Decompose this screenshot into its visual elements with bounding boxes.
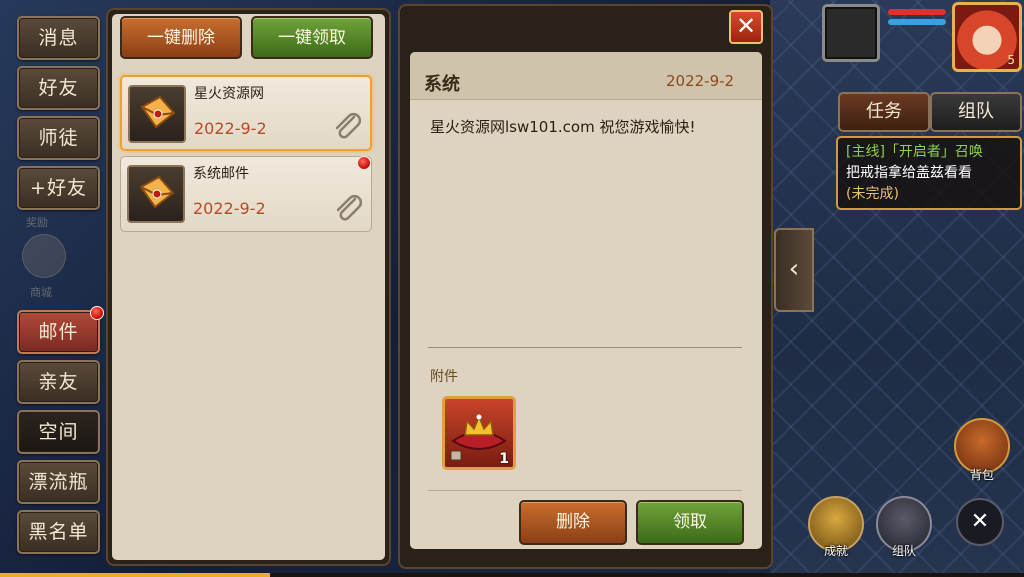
achievement-label: 成就 [823, 544, 848, 558]
mail-detail-date: 2022-9-2 [666, 72, 735, 90]
sidebar-item-space[interactable]: 空间 [17, 410, 100, 454]
sidebar-item-add-friend[interactable]: +好友 [17, 166, 100, 210]
sidebar-item-messages[interactable]: 消息 [17, 16, 100, 60]
mail-date: 2022-9-2 [194, 119, 267, 138]
health-bar [888, 9, 946, 15]
sidebar-item-blacklist[interactable]: 黑名单 [17, 510, 100, 554]
quest-title: [主线]「开启者」召唤 [846, 144, 983, 160]
avatar-level: 5 [1007, 53, 1015, 67]
team-label: 组队 [891, 544, 916, 558]
minimap-slot[interactable] [822, 4, 880, 62]
envelope-icon [127, 165, 185, 223]
sidebar-item-friends[interactable]: 好友 [17, 66, 100, 110]
claim-button[interactable]: 领取 [636, 500, 744, 545]
player-avatar[interactable]: 5 [952, 2, 1022, 72]
close-menu-icon[interactable]: ✕ [956, 498, 1004, 546]
mail-title: 系统邮件 [193, 166, 249, 182]
shop-faded-icon [22, 234, 66, 278]
claim-all-button[interactable]: 一键领取 [251, 16, 373, 59]
tab-task[interactable]: 任务 [838, 92, 930, 132]
unread-dot [357, 156, 371, 170]
faded-shop-label: 商城 [30, 286, 52, 299]
mail-notification-dot [90, 306, 104, 320]
sidebar-item-drift-bottle[interactable]: 漂流瓶 [17, 460, 100, 504]
mail-item[interactable]: 星火资源网 2022-9-2 [120, 75, 372, 151]
experience-fill [0, 573, 270, 577]
delete-all-button[interactable]: 一键删除 [120, 16, 242, 59]
delete-button[interactable]: 删除 [519, 500, 627, 545]
paperclip-icon [336, 194, 363, 221]
mana-bar [888, 19, 946, 25]
quest-description: 把戒指拿给盖兹看看 [846, 165, 972, 181]
quest-status: (未完成) [846, 186, 899, 202]
quest-tracker[interactable]: [主线]「开启者」召唤 把戒指拿给盖兹看看 (未完成) [836, 136, 1022, 210]
collapse-arrow-button[interactable]: ‹ [774, 228, 814, 312]
mail-title: 星火资源网 [194, 86, 264, 102]
backpack-label: 背包 [969, 468, 994, 482]
attachment-count: 1 [499, 451, 509, 467]
experience-bar [0, 573, 1024, 577]
attachment-item-slot[interactable]: 1 [442, 396, 516, 470]
mail-item[interactable]: 系统邮件 2022-9-2 [120, 156, 372, 232]
faded-reward-label: 奖励 [26, 216, 48, 229]
sidebar-item-mentor[interactable]: 师徒 [17, 116, 100, 160]
mail-date: 2022-9-2 [193, 199, 266, 218]
paperclip-icon [335, 112, 362, 139]
sidebar-item-mail[interactable]: 邮件 [17, 310, 100, 354]
attachments-label: 附件 [430, 369, 458, 385]
sidebar-item-relatives[interactable]: 亲友 [17, 360, 100, 404]
mail-body-text: 星火资源网lsw101.com 祝您游戏愉快! [430, 118, 696, 136]
divider [428, 347, 742, 348]
divider [428, 490, 742, 491]
social-sidebar: 消息 好友 师徒 +好友 奖励 商城 邮件 亲友 空间 漂流瓶 黑名单 [8, 8, 108, 568]
envelope-icon [128, 85, 186, 143]
close-button[interactable]: ✕ [729, 10, 763, 44]
mail-sender: 系统 [424, 74, 460, 95]
tab-team[interactable]: 组队 [930, 92, 1022, 132]
